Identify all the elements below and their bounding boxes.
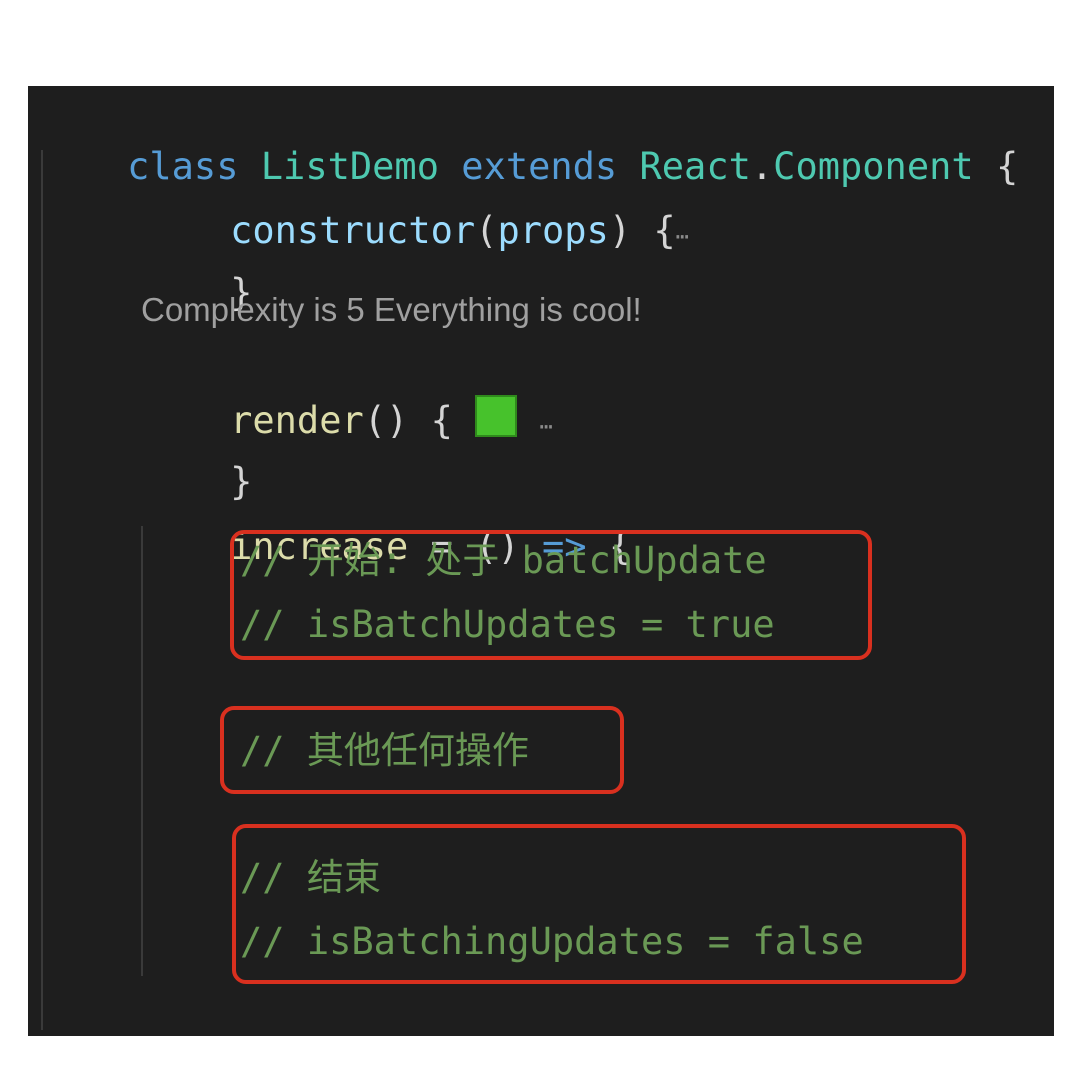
fold-marker-icon[interactable]: … <box>676 220 689 245</box>
constructor-param: props <box>497 209 609 252</box>
code-line-constructor-close[interactable]: } <box>141 218 252 314</box>
highlight-box-other <box>220 706 624 794</box>
code-line-render[interactable]: render() { … <box>141 345 553 442</box>
code-line-increase[interactable]: increase = () => { <box>141 472 631 568</box>
code-line-constructor[interactable]: constructor(props) {… <box>141 156 689 252</box>
render-signature: () { <box>363 399 453 442</box>
parent-member: Component <box>773 145 974 188</box>
indent-guide-class-lower <box>41 340 43 1030</box>
dot-operator: . <box>750 145 774 188</box>
highlight-box-start <box>230 530 872 660</box>
constructor-name: constructor <box>230 209 476 252</box>
code-line-increase-close[interactable]: } <box>141 978 252 1036</box>
constructor-paren-brace: ) { <box>608 209 676 252</box>
increase-close-brace: } <box>230 1031 252 1036</box>
color-swatch-icon[interactable] <box>475 395 518 437</box>
code-line-class-declaration[interactable]: class ListDemo extends React.Component { <box>38 92 1018 188</box>
code-editor[interactable]: class ListDemo extends React.Component {… <box>28 86 1054 1036</box>
code-line-render-close[interactable]: } <box>141 407 252 503</box>
class-open-brace: { <box>995 145 1019 188</box>
complexity-codelens[interactable]: Complexity is 5 Everything is cool! <box>141 288 642 332</box>
highlight-box-end <box>232 824 966 984</box>
constructor-open-paren: ( <box>475 209 498 252</box>
fold-marker-icon[interactable]: … <box>539 410 552 435</box>
